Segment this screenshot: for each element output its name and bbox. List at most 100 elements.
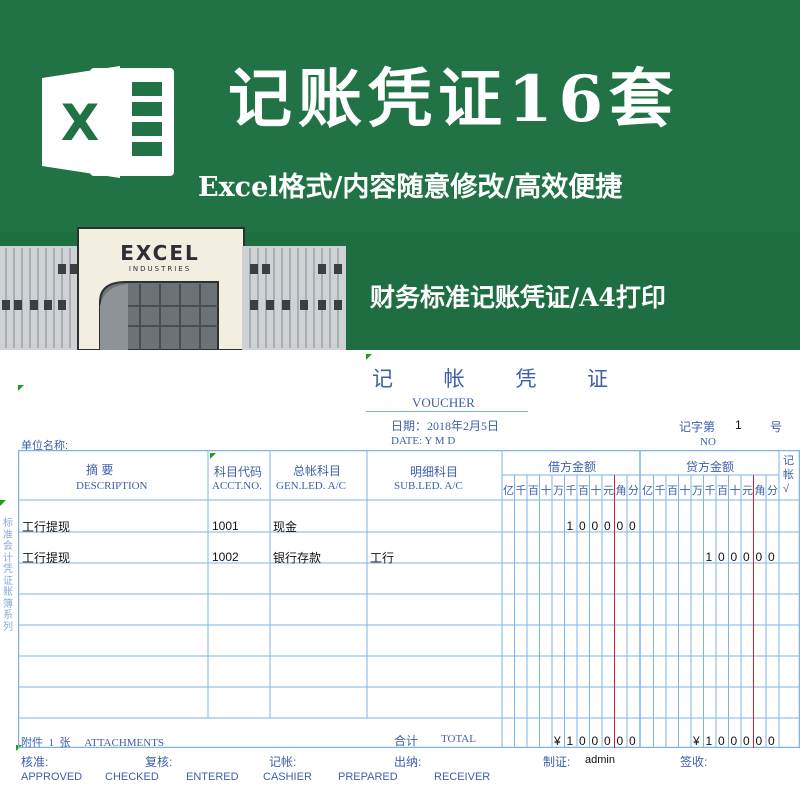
header-posted: 记帐√	[783, 455, 794, 495]
amount-digit: 0	[579, 519, 586, 533]
amount-digit: 0	[629, 519, 636, 533]
debit-digit-label: 十	[590, 485, 602, 497]
row-1-summary[interactable]: 工行提现	[22, 518, 70, 535]
amount-digit: 0	[591, 519, 599, 533]
footer-prepared-by[interactable]: admin	[585, 754, 615, 766]
credit-digit-label: 元	[742, 485, 753, 497]
debit-digit-label: 千	[515, 485, 527, 497]
debit-digit-label: 分	[628, 485, 639, 497]
amount-digit: 0	[730, 734, 738, 748]
amount-digit: ¥	[693, 734, 700, 748]
footer-checked-en: CHECKED	[105, 771, 159, 783]
debit-digit-label: 角	[615, 485, 627, 497]
voucher-date: 日期：2018年2月5日	[391, 419, 500, 433]
credit-digit-label: 分	[767, 485, 778, 497]
voucher-date-en: DATE: Y M D	[391, 435, 456, 447]
excel-logo-icon: X	[42, 66, 174, 178]
debit-digit-label: 万	[553, 485, 564, 497]
header-acct-code: 科目代码	[214, 465, 263, 479]
no-label: NO	[700, 436, 716, 448]
debit-digit-label: 十	[540, 485, 552, 497]
footer-cashier: 出纳:	[394, 755, 422, 769]
amount-digit: 1	[566, 519, 574, 533]
amount-digit: 0	[629, 734, 636, 748]
total-en: TOTAL	[441, 733, 476, 745]
amount-digit: 0	[604, 519, 611, 533]
footer-approved: 核准:	[21, 755, 49, 769]
amount-digit: 0	[730, 550, 738, 564]
voucher-title-en: VOUCHER	[412, 395, 475, 410]
amount-digit: 1	[705, 734, 713, 748]
amount-digit: 0	[591, 734, 599, 748]
amount-digit: 1	[566, 734, 574, 748]
footer-receiver: 签收:	[680, 755, 708, 769]
comment-marker	[0, 500, 6, 506]
credit-digit-label: 十	[679, 485, 691, 497]
footer-prepared: 制证:	[543, 755, 571, 769]
credit-digit-label: 万	[692, 485, 703, 497]
debit-digit-label: 亿	[503, 485, 514, 497]
side-text: 标准会计凭证账簿系列	[3, 518, 13, 633]
footer-prepared-en: PREPARED	[338, 771, 398, 783]
footer-entered: 记帐:	[269, 755, 297, 769]
amount-digit: 0	[743, 734, 750, 748]
amount-digit: 0	[743, 550, 750, 564]
credit-digit-label: 百	[667, 485, 678, 497]
attachments-label: 附件 1 张 ATTACHMENTS	[21, 737, 165, 749]
amount-digit: 0	[768, 550, 775, 564]
amount-digit: ¥	[554, 734, 561, 748]
header-credit: 贷方金额	[686, 460, 735, 474]
row-2-summary[interactable]: 工行提现	[22, 549, 70, 566]
banner-subtitle: Excel格式/内容随意修改/高效便捷	[198, 172, 623, 203]
header-sub-ledger-en: SUB.LED. A/C	[394, 480, 463, 492]
voucher-no-label: 记字第	[679, 420, 716, 434]
footer-cashier-en: CASHIER	[263, 771, 312, 783]
amount-digit: 0	[718, 550, 725, 564]
banner-title: 记账凭证16套	[228, 62, 680, 137]
amount-digit: 0	[755, 734, 763, 748]
debit-digit-label: 千	[565, 485, 577, 497]
total-label: 合计	[394, 734, 419, 748]
debit-digit-label: 元	[603, 485, 614, 497]
header-sub-ledger: 明细科目	[410, 465, 459, 479]
amount-digit: 0	[579, 734, 586, 748]
credit-digit-label: 亿	[642, 485, 653, 497]
voucher-no[interactable]: 1	[735, 418, 742, 432]
credit-digit-label: 千	[704, 485, 716, 497]
row-2-sub[interactable]: 工行	[370, 549, 394, 566]
row-2-acct[interactable]: 1002	[212, 550, 239, 564]
banner-tagline: 财务标准记账凭证/A4打印	[370, 283, 666, 312]
row-2-gen[interactable]: 银行存款	[273, 549, 321, 566]
footer-receiver-en: RECEIVER	[434, 771, 491, 783]
header-debit: 借方金额	[548, 460, 597, 474]
footer-entered-en: ENTERED	[186, 771, 239, 783]
row-1-acct[interactable]: 1001	[212, 519, 239, 533]
debit-digit-label: 百	[578, 485, 589, 497]
header-summary: 摘 要	[86, 463, 114, 477]
comment-marker	[366, 354, 372, 360]
credit-digit-label: 十	[729, 485, 741, 497]
amount-digit: 0	[616, 519, 624, 533]
building-subsign: INDUSTRIES	[129, 265, 191, 273]
footer-checked: 复核:	[145, 755, 173, 769]
debit-digit-label: 百	[528, 485, 539, 497]
factory-building-icon: EXCEL INDUSTRIES	[0, 227, 346, 350]
header-summary-en: DESCRIPTION	[76, 480, 148, 492]
amount-digit: 0	[718, 734, 725, 748]
credit-digit-label: 百	[717, 485, 728, 497]
amount-digit: 0	[768, 734, 775, 748]
voucher-title: 记 帐 凭 证	[372, 367, 631, 391]
header-acct-code-en: ACCT.NO.	[212, 480, 262, 492]
header-gen-ledger: 总帐科目	[293, 464, 342, 478]
amount-digit: 0	[604, 734, 611, 748]
amount-digit: 0	[755, 550, 763, 564]
building-sign: EXCEL	[120, 241, 199, 265]
footer-approved-en: APPROVED	[21, 771, 83, 783]
credit-digit-label: 千	[654, 485, 666, 497]
amount-digit: 0	[616, 734, 624, 748]
amount-digit: 1	[705, 550, 713, 564]
row-1-gen[interactable]: 现金	[273, 518, 297, 535]
voucher-no-suffix: 号	[770, 420, 783, 434]
title-underline	[366, 411, 528, 412]
excel-logo-letter: X	[61, 94, 100, 152]
